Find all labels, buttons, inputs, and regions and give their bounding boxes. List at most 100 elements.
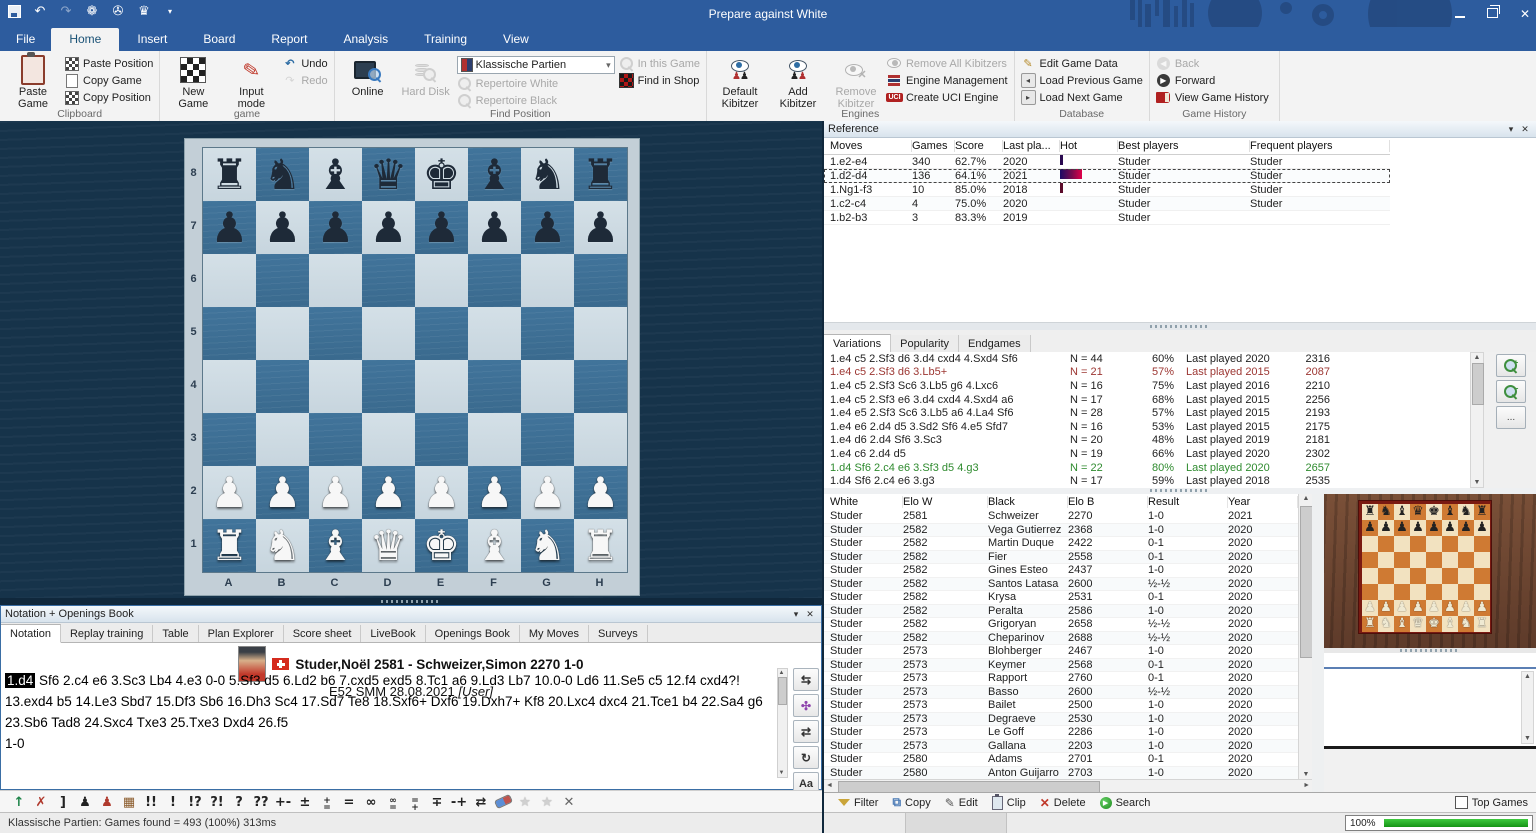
board-square[interactable]: ♟ [1458,600,1474,616]
repertoire-black-button[interactable]: Repertoire Black [457,93,615,108]
view-game-history-button[interactable]: View Game History [1156,90,1269,105]
col-elo-w[interactable]: Elo W [903,496,988,508]
move-list[interactable]: Sf6 2.c4 e6 3.Sc3 Lb4 4.e3 0-0 5.Sf3 d5 … [5,673,763,730]
mini-chess-board[interactable]: ♜♞♝♛♚♝♞♜♟♟♟♟♟♟♟♟♟♟♟♟♟♟♟♟♜♞♝♛♚♝♞♜ [1358,500,1492,634]
tab-notation[interactable]: Notation [1,624,61,643]
board-square[interactable]: ♟ [1394,600,1410,616]
board-square[interactable] [309,254,362,307]
board-square[interactable]: ♟ [1458,520,1474,536]
scroll-down-icon[interactable]: ▼ [1299,771,1313,778]
delete-button[interactable]: ✕ Delete [1040,796,1086,810]
col-black[interactable]: Black [988,496,1068,508]
board-square[interactable] [1362,568,1378,584]
board-square[interactable]: ♟ [468,466,521,519]
board-splitter[interactable] [0,598,822,605]
paste-game-button[interactable]: Paste Game [6,54,60,108]
scroll-up-icon[interactable]: ▲ [1522,673,1533,680]
board-square[interactable]: ♝ [1394,504,1410,520]
board-square[interactable] [362,307,415,360]
board-square[interactable]: ♛ [362,148,415,201]
board-square[interactable] [468,360,521,413]
col-games[interactable]: Games [912,140,955,152]
board-square[interactable]: ♜ [1474,616,1490,632]
board-square[interactable] [1394,552,1410,568]
variation-row[interactable]: 1.e4 c5 2.Sf3 Sc6 3.Lb5 g6 4.Lxc6N = 167… [824,379,1470,393]
table-row[interactable]: Studer2582Grigoryan2658½-½2020 [824,618,1298,632]
remove-kibitzer-button[interactable]: ✕ Remove Kibitzer [829,54,883,108]
col-score[interactable]: Score [955,140,1003,152]
zoom-out-button[interactable]: − [1496,380,1526,403]
copy-position-button[interactable]: Copy Position [64,90,153,105]
board-square[interactable] [1426,536,1442,552]
table-row[interactable]: Studer2580Adams27010-12020 [824,753,1298,767]
redo-button[interactable]: ↷ Redo [282,73,327,88]
black-winning-icon[interactable]: -+ [448,795,470,810]
variation-row[interactable]: 1.d4 Sf6 2.c4 e6 3.g3N = 1759%Last playe… [824,474,1470,488]
board-square[interactable]: ♛ [362,519,415,572]
board-square[interactable]: ♞ [1378,616,1394,632]
board-square[interactable] [309,307,362,360]
board-square[interactable]: ♛ [1410,616,1426,632]
tab-board[interactable]: Board [185,28,253,51]
piece-red-icon[interactable]: ♟ [96,795,118,810]
more-button[interactable]: ... [1496,406,1526,429]
board-square[interactable]: ♟ [574,466,627,519]
col-best-players[interactable]: Best players [1118,140,1250,152]
board-square[interactable]: ♟ [1362,520,1378,536]
board-square[interactable] [1458,584,1474,600]
tab-home[interactable]: Home [51,28,119,51]
board-square[interactable]: ♟ [1378,520,1394,536]
board-square[interactable]: ♝ [468,519,521,572]
board-square[interactable] [1394,568,1410,584]
table-row[interactable]: Studer2573Basso2600½-½2020 [824,686,1298,700]
interesting-icon[interactable]: !? [184,795,206,810]
variation-row[interactable]: 1.e4 d6 2.d4 Sf6 3.Sc3N = 2048%Last play… [824,434,1470,448]
white-better-icon[interactable]: ± [294,795,316,810]
remove-all-kibitzers-button[interactable]: Remove All Kibitzers [887,56,1008,71]
board-square[interactable] [362,254,415,307]
board-square[interactable] [1442,552,1458,568]
board-square[interactable]: ♟ [1426,520,1442,536]
blunder-icon[interactable]: ?? [250,795,272,810]
board-square[interactable]: ♟ [1442,520,1458,536]
notation-scrollbar[interactable]: ▲ ▼ [777,668,788,778]
board-square[interactable] [521,254,574,307]
save-icon[interactable] [6,3,22,19]
table-row[interactable]: 1.Ng1-f31085.0%2018StuderStuder [824,183,1390,197]
table-row[interactable]: Studer2582Gines Esteo24371-02020 [824,564,1298,578]
undo-icon[interactable]: ↶ [32,3,48,19]
star-sparkle-icon[interactable]: ★ [536,795,558,810]
board-square[interactable]: ♟ [415,466,468,519]
board-square[interactable] [1474,552,1490,568]
compensation-icon[interactable]: ∞= [382,792,404,812]
tab-livebook[interactable]: LiveBook [361,625,425,642]
games-vscrollbar[interactable]: ▲ ▼ [1298,494,1313,779]
board-square[interactable]: ♞ [256,148,309,201]
brilliant-icon[interactable]: !! [140,795,162,810]
scroll-up-icon[interactable]: ▲ [1471,354,1483,361]
in-this-game-button[interactable]: In this Game [619,56,700,71]
board-square[interactable] [1474,584,1490,600]
board-square[interactable]: ♟ [521,201,574,254]
mistake-icon[interactable]: ? [228,795,250,810]
board-square[interactable]: ♜ [203,148,256,201]
board-square[interactable]: ♜ [1362,616,1378,632]
board-square[interactable] [468,254,521,307]
board-square[interactable] [468,307,521,360]
variation-row[interactable]: 1.e4 c5 2.Sf3 d6 3.d4 cxd4 4.Sxd4 Sf6N =… [824,352,1470,366]
star-icon[interactable]: ★ [514,795,536,810]
scroll-down-icon[interactable]: ▼ [1522,735,1533,742]
board-square[interactable]: ♛ [1410,504,1426,520]
new-game-button[interactable]: New Game [166,54,220,108]
variation-row[interactable]: 1.e4 e5 2.Sf3 Sc6 3.Lb5 a6 4.La4 Sf6N = … [824,406,1470,420]
repertoire-white-button[interactable]: Repertoire White [457,76,615,91]
table-row[interactable]: Studer2582Santos Latasa2600½-½2020 [824,578,1298,592]
restore-button[interactable] [1487,7,1498,21]
board-icon[interactable]: ▦ [118,795,140,810]
board-square[interactable] [1410,552,1426,568]
board-square[interactable] [362,413,415,466]
board-square[interactable]: ♚ [1426,504,1442,520]
board-square[interactable] [415,413,468,466]
table-row[interactable]: 1.d2-d413664.1%2021StuderStuder [824,169,1390,183]
col-result[interactable]: Result [1148,496,1228,508]
